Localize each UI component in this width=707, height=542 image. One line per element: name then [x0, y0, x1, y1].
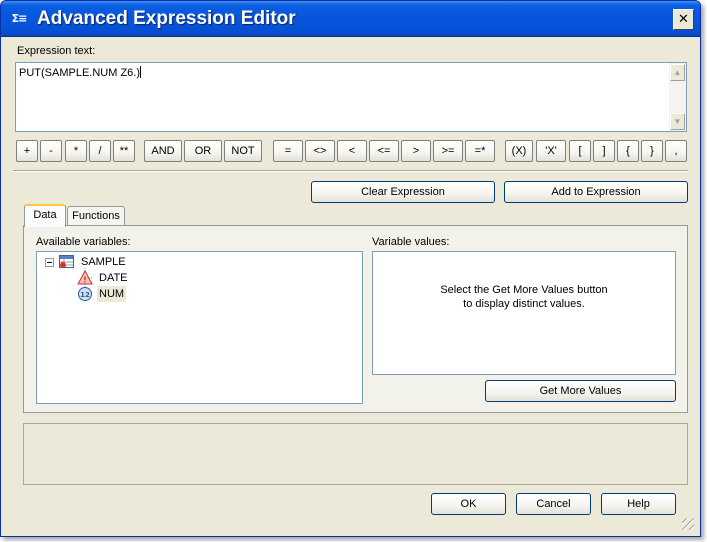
ok-button[interactable]: OK [431, 493, 506, 515]
collapse-icon[interactable] [45, 258, 54, 267]
title-bar[interactable]: Σ≡ Advanced Expression Editor ✕ [1, 1, 700, 37]
numeric-variable-icon: 12 [78, 287, 92, 301]
available-variables-label: Available variables: [36, 236, 131, 248]
operator-sounds-like-button[interactable]: =* [465, 140, 495, 162]
svg-text:12: 12 [80, 291, 90, 299]
clear-expression-button[interactable]: Clear Expression [311, 181, 495, 203]
expression-text-value: PUT(SAMPLE.NUM Z6.) [19, 66, 142, 79]
operator-and-button[interactable]: AND [144, 140, 182, 162]
tab-functions[interactable]: Functions [67, 206, 125, 227]
window-title: Advanced Expression Editor [37, 8, 296, 29]
separator [13, 170, 688, 172]
scroll-down-arrow-icon[interactable]: ▼ [670, 113, 685, 130]
get-more-values-button[interactable]: Get More Values [485, 380, 676, 402]
variable-values-list[interactable]: Select the Get More Values button to dis… [372, 251, 676, 375]
tree-node-label: DATE [99, 272, 128, 284]
expression-status-area [23, 423, 688, 485]
tree-node-label: NUM [97, 286, 127, 302]
variable-values-label: Variable values: [372, 236, 450, 248]
svg-text:!: ! [83, 276, 87, 285]
operator-left-brace-button[interactable]: { [617, 140, 639, 162]
operator-right-bracket-button[interactable]: ] [593, 140, 615, 162]
help-button[interactable]: Help [601, 493, 676, 515]
data-tab-panel: Available variables: Variable values: SA… [23, 225, 688, 413]
operator-or-button[interactable]: OR [184, 140, 222, 162]
available-variables-tree[interactable]: SAMPLE ! DATE 12 NUM [36, 251, 363, 404]
tab-data[interactable]: Data [24, 204, 66, 227]
operator-multiply-button[interactable]: * [65, 140, 87, 162]
operator-less-than-button[interactable]: < [337, 140, 367, 162]
operator-quotes-button[interactable]: 'X' [536, 140, 566, 162]
operator-power-button[interactable]: ** [113, 140, 135, 162]
operator-greater-than-button[interactable]: > [401, 140, 431, 162]
close-button[interactable]: ✕ [673, 9, 694, 30]
cancel-button[interactable]: Cancel [516, 493, 591, 515]
operator-left-bracket-button[interactable]: [ [569, 140, 591, 162]
table-icon [59, 255, 74, 268]
operator-parentheses-button[interactable]: (X) [505, 140, 533, 162]
expression-editor-icon: Σ≡ [11, 12, 28, 25]
expression-text-label: Expression text: [17, 45, 96, 57]
operator-not-equal-button[interactable]: <> [305, 140, 335, 162]
operator-equal-button[interactable]: = [273, 140, 303, 162]
add-to-expression-button[interactable]: Add to Expression [504, 181, 688, 203]
operator-comma-button[interactable]: , [665, 140, 687, 162]
operator-less-equal-button[interactable]: <= [369, 140, 399, 162]
expression-editor-window: Σ≡ Advanced Expression Editor ✕ Expressi… [0, 0, 701, 537]
tree-node-num[interactable]: 12 NUM [77, 286, 129, 302]
close-icon: ✕ [678, 12, 689, 27]
expression-text-area[interactable]: PUT(SAMPLE.NUM Z6.) ▲ ▼ [15, 62, 687, 132]
date-variable-icon: ! [77, 270, 93, 285]
operator-right-brace-button[interactable]: } [641, 140, 663, 162]
operator-divide-button[interactable]: / [89, 140, 111, 162]
operator-greater-equal-button[interactable]: >= [433, 140, 463, 162]
operator-minus-button[interactable]: - [40, 140, 62, 162]
operator-plus-button[interactable]: + [16, 140, 38, 162]
expression-vertical-scrollbar[interactable]: ▲ ▼ [669, 63, 686, 131]
operator-not-button[interactable]: NOT [224, 140, 262, 162]
variable-values-hint: Select the Get More Values button to dis… [440, 284, 608, 310]
resize-grip-icon[interactable] [682, 518, 694, 530]
scroll-up-arrow-icon[interactable]: ▲ [670, 64, 685, 81]
tree-node-label: SAMPLE [81, 256, 126, 268]
